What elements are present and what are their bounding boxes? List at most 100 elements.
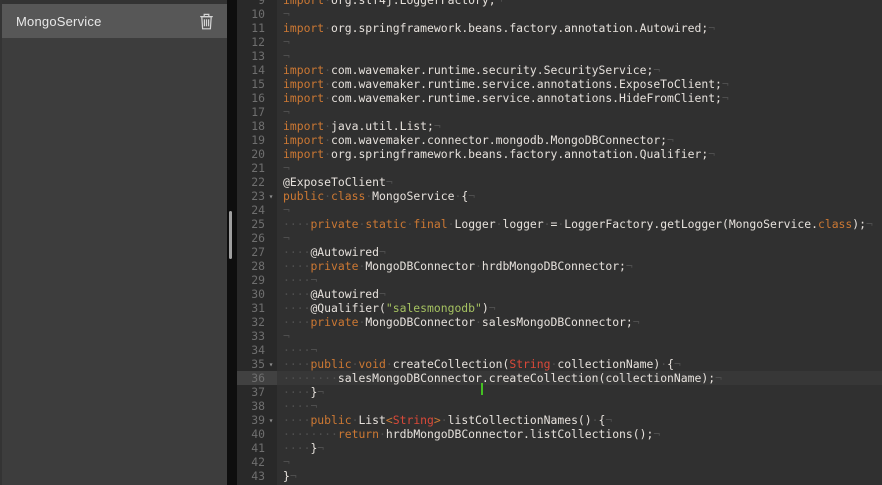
gutter-cell: 37 [237,385,277,399]
fold-spacer [265,21,277,35]
whitespace-dot: · [324,91,331,105]
code-line-text: ····public·List<String>·listCollectionNa… [277,413,882,427]
code-token: String [509,357,550,371]
code-line[interactable]: 24¬ [237,203,882,217]
fold-spacer [265,119,277,133]
code-line[interactable]: 28····private·MongoDBConnector·hrdbMongo… [237,259,882,273]
code-token: import [283,77,324,91]
whitespace-dot: · [297,385,304,399]
panel-splitter[interactable] [227,0,237,485]
code-line[interactable]: 36········salesMongoDBConnector.createCo… [237,371,882,385]
code-line[interactable]: 10¬ [237,7,882,21]
code-token: private [310,315,358,329]
code-line[interactable]: 31····@Qualifier("salesmongodb")¬ [237,301,882,315]
code-line[interactable]: 37····}¬ [237,385,882,399]
code-line[interactable]: 33 ¬ [237,329,882,343]
code-line[interactable]: 16import·com.wavemaker.runtime.service.a… [237,91,882,105]
code-line[interactable]: 25····private·static·final·Logger·logger… [237,217,882,231]
code-line-text: import·org.springframework.beans.factory… [277,147,882,161]
whitespace-dot: · [283,413,290,427]
gutter-cell: 41 [237,441,277,455]
code-line[interactable]: 30····@Autowired¬ [237,287,882,301]
code-token: class [331,189,365,203]
code-token: public [310,357,351,371]
code-token: com.wavemaker.runtime.service.annotation… [331,91,722,105]
code-line[interactable]: 13¬ [237,49,882,63]
sidebar-item-mongoservice[interactable]: MongoService [2,4,227,38]
code-line[interactable]: 27····@Autowired¬ [237,245,882,259]
code-line[interactable]: 14import·com.wavemaker.runtime.security.… [237,63,882,77]
whitespace-dot: · [283,273,290,287]
fold-spacer [265,7,277,21]
whitespace-dot: · [290,245,297,259]
code-line[interactable]: 20import·org.springframework.beans.facto… [237,147,882,161]
whitespace-dot: · [297,301,304,315]
code-line[interactable]: 11import·org.springframework.beans.facto… [237,21,882,35]
code-line-text: ····@Autowired¬ [277,245,882,259]
eol-mark-icon: ¬ [283,329,290,343]
code-line[interactable]: 18import·java.util.List;¬ [237,119,882,133]
eol-mark-icon: ¬ [283,161,290,175]
code-line[interactable]: 39▾····public·List<String>·listCollectio… [237,413,882,427]
code-line[interactable]: 26¬ [237,231,882,245]
code-line-text: ¬ [277,455,882,469]
whitespace-dot: · [290,427,297,441]
whitespace-dot: · [324,77,331,91]
code-line[interactable]: 17¬ [237,105,882,119]
whitespace-dot: · [290,287,297,301]
whitespace-dot: · [297,399,304,413]
code-line[interactable]: 29····¬ [237,273,882,287]
eol-mark-icon: ¬ [290,469,297,483]
eol-mark-icon: ¬ [653,427,660,441]
eol-mark-icon: ¬ [317,441,324,455]
fold-toggle-icon[interactable]: ▾ [265,189,277,203]
code-token: @ExposeToClient [283,175,386,189]
code-line[interactable]: 42 ¬ [237,455,882,469]
line-number: 21 [237,161,265,175]
code-token: hrdbMongoDBConnector.listCollections(); [386,427,653,441]
code-line[interactable]: 15import·com.wavemaker.runtime.service.a… [237,77,882,91]
line-number: 40 [237,427,265,441]
code-line[interactable]: 32····private·MongoDBConnector·salesMong… [237,315,882,329]
code-line[interactable]: 43}¬ [237,469,882,483]
fold-toggle-icon[interactable]: ▾ [265,413,277,427]
code-token: LoggerFactory.getLogger(MongoService. [564,217,818,231]
code-line[interactable]: 21 ¬ [237,161,882,175]
whitespace-dot: · [592,413,599,427]
code-line-text: ¬ [277,203,882,217]
code-line[interactable]: 12¬ [237,35,882,49]
whitespace-dot: · [283,315,290,329]
code-line[interactable]: 35▾····public·void·createCollection(Stri… [237,357,882,371]
code-editor[interactable]: 9import·org.slf4j.LoggerFactory;¬10¬11im… [237,0,882,485]
splitter-scrollbar-thumb[interactable] [229,211,232,259]
eol-mark-icon: ¬ [605,413,612,427]
code-line[interactable]: 23▾public·class·MongoService·{¬ [237,189,882,203]
service-item-label: MongoService [16,14,102,29]
fold-spacer [265,133,277,147]
code-line[interactable]: 22@ExposeToClient¬ [237,175,882,189]
line-number: 37 [237,385,265,399]
code-line[interactable]: 19import·com.wavemaker.connector.mongodb… [237,133,882,147]
gutter-cell: 34 [237,343,277,357]
whitespace-dot: · [290,371,297,385]
whitespace-dot: · [283,399,290,413]
line-number: 33 [237,329,265,343]
gutter-cell: 33 [237,329,277,343]
code-line-text: import·com.wavemaker.runtime.service.ann… [277,77,882,91]
eol-mark-icon: ¬ [667,133,674,147]
fold-spacer [265,77,277,91]
line-number: 42 [237,455,265,469]
code-line-text: ····¬ [277,399,882,413]
gutter-cell: 26 [237,231,277,245]
code-line[interactable]: 9import·org.slf4j.LoggerFactory;¬ [237,0,882,7]
whitespace-dot: · [324,371,331,385]
code-line[interactable]: 40········return·hrdbMongoDBConnector.li… [237,427,882,441]
code-line[interactable]: 41····}¬ [237,441,882,455]
code-line-text: ¬ [277,49,882,63]
code-line[interactable]: 34····¬ [237,343,882,357]
code-line[interactable]: 38····¬ [237,399,882,413]
fold-toggle-icon[interactable]: ▾ [265,357,277,371]
code-token: import [283,21,324,35]
delete-service-button[interactable] [199,13,214,30]
eol-mark-icon: ¬ [386,175,393,189]
